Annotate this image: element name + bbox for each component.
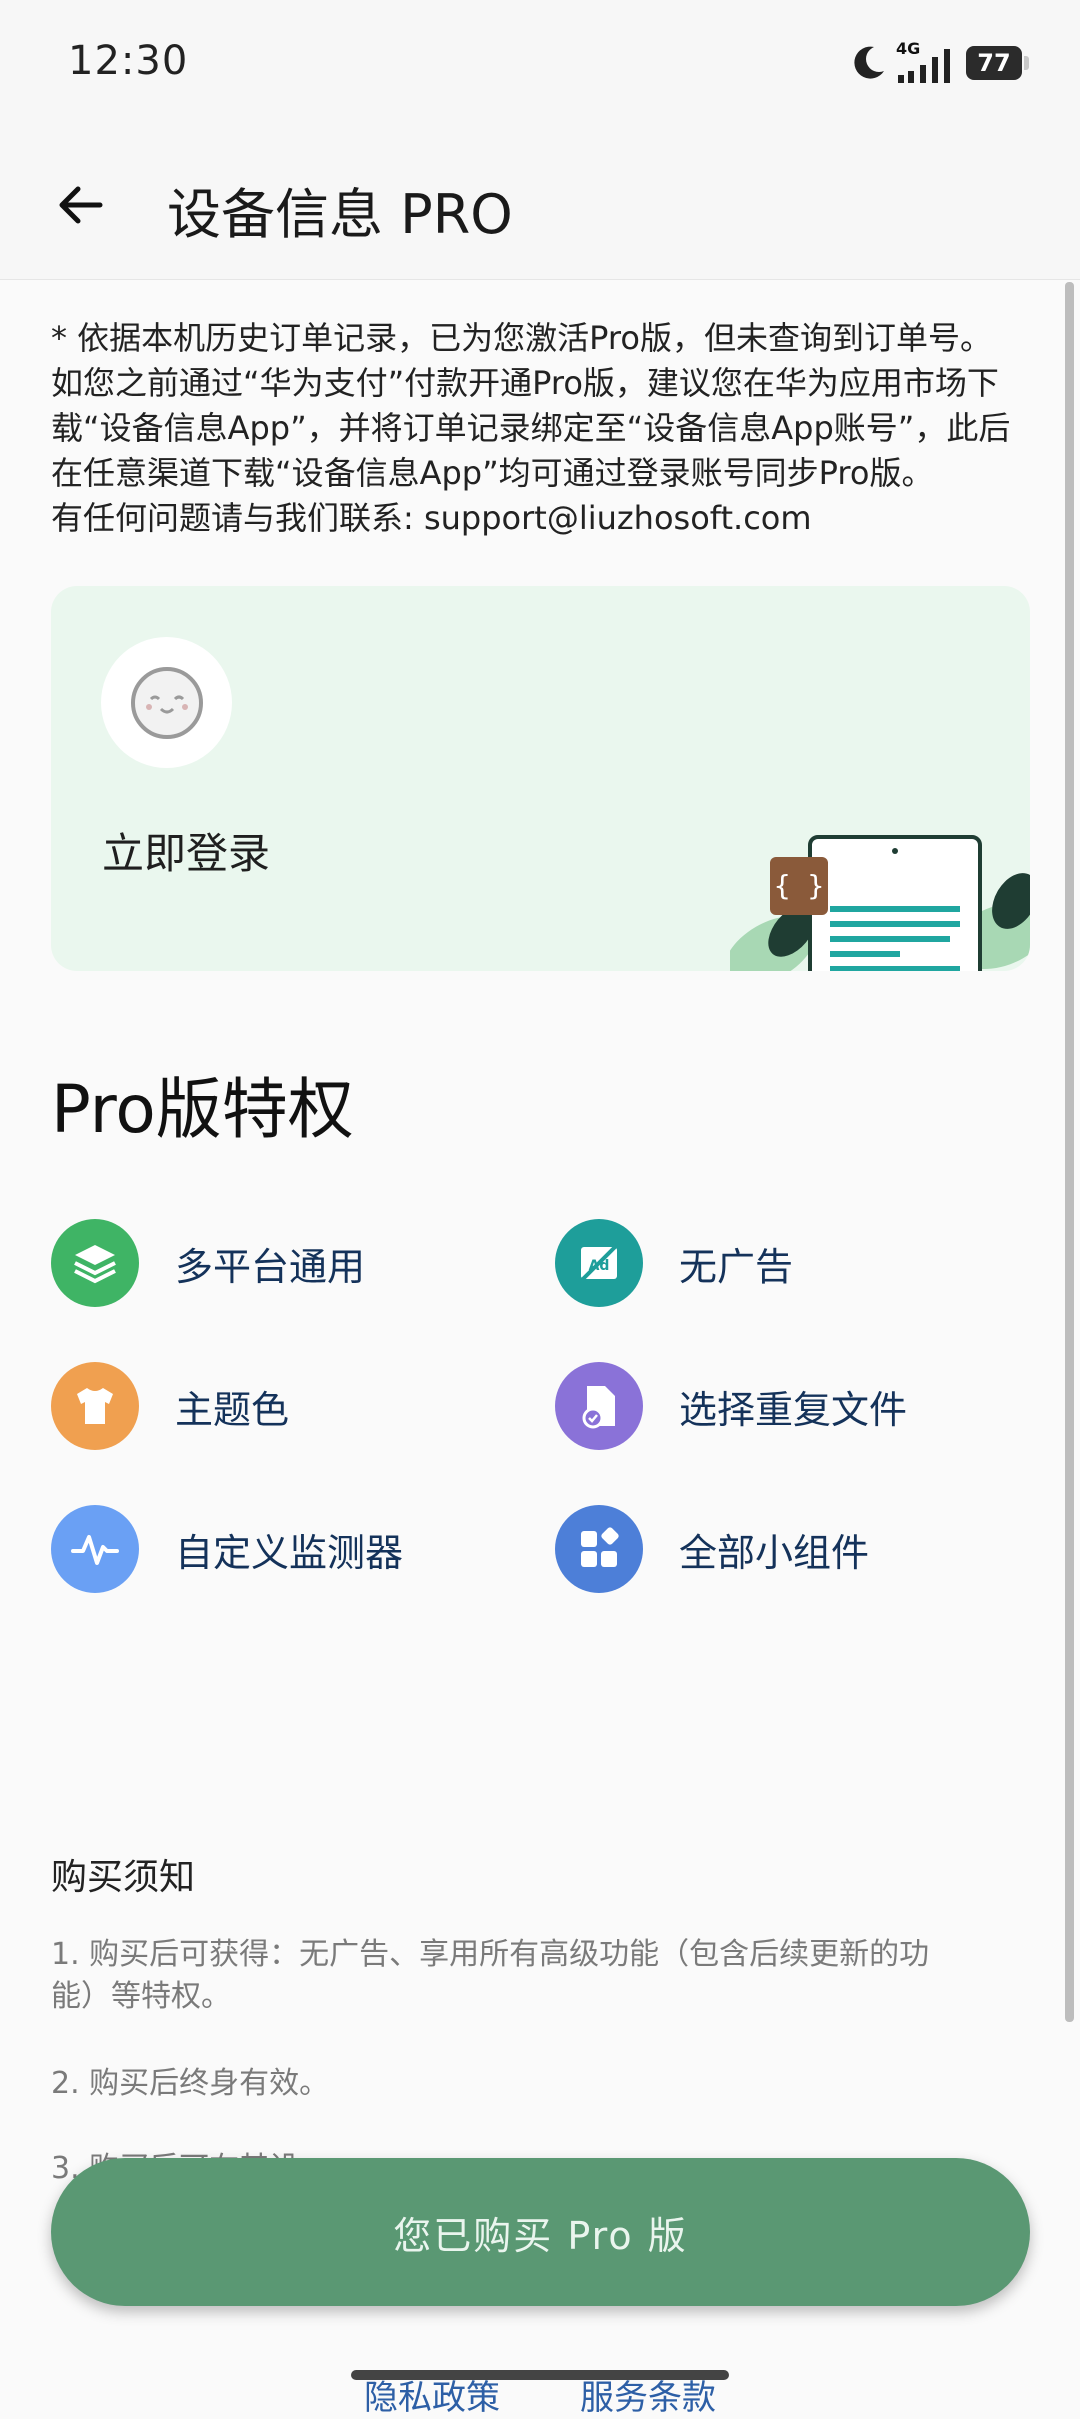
- feature-label: 全部小组件: [679, 1530, 870, 1575]
- purchased-button[interactable]: 您已购买 Pro 版: [51, 2158, 1030, 2306]
- page-title: 设备信息 PRO: [167, 183, 513, 246]
- notice-contact[interactable]: 有任何问题请与我们联系: support@liuzhosoft.com: [51, 496, 1041, 541]
- status-icons: 4G 77: [848, 38, 1029, 88]
- feature-label: 多平台通用: [175, 1244, 366, 1289]
- feature-duplicate-files: 选择重复文件: [555, 1361, 907, 1451]
- battery-icon: 77: [966, 46, 1029, 80]
- widgets-icon: [555, 1505, 643, 1593]
- back-button[interactable]: [40, 165, 120, 245]
- notice-line: 如您之前通过“华为支付”付款开通Pro版，建议您在华为应用市场下: [51, 364, 999, 402]
- login-label[interactable]: 立即登录: [102, 820, 270, 881]
- smile-face-icon: [130, 666, 203, 739]
- purchase-note-2: 2. 购买后终身有效。: [51, 2066, 330, 2101]
- home-indicator[interactable]: [351, 2370, 729, 2380]
- scrollbar[interactable]: [1065, 282, 1074, 2022]
- file-check-icon: [555, 1362, 643, 1450]
- feature-label: 选择重复文件: [679, 1387, 908, 1432]
- section-title: Pro版特权: [51, 1071, 354, 1148]
- svg-text:{ }: { }: [774, 869, 825, 902]
- notice-line: 在任意渠道下载“设备信息App”均可通过登录账号同步Pro版。: [51, 454, 934, 492]
- avatar[interactable]: [101, 637, 232, 768]
- purchase-notes-title: 购买须知: [51, 1857, 196, 1898]
- notice-line: 载“设备信息App”，并将订单记录绑定至“设备信息App账号”，此后: [51, 409, 1011, 447]
- phone-illustration-icon: { }: [730, 835, 1030, 971]
- pulse-icon: [51, 1505, 139, 1593]
- status-bar: 12:30 4G 77: [0, 0, 1080, 130]
- login-card[interactable]: 立即登录 { }: [51, 586, 1030, 971]
- feature-no-ads: Ad 无广告: [555, 1218, 793, 1308]
- arrow-left-icon: [59, 186, 103, 224]
- feature-custom-monitor: 自定义监测器: [51, 1504, 403, 1594]
- shirt-icon: [51, 1362, 139, 1450]
- layers-icon: [51, 1219, 139, 1307]
- battery-level: 77: [977, 49, 1011, 77]
- feature-theme-color: 主题色: [51, 1361, 289, 1451]
- moon-icon: [854, 46, 884, 79]
- feature-label: 主题色: [175, 1387, 290, 1432]
- app-bar: 设备信息 PRO: [0, 130, 1080, 280]
- note-line: 1. 购买后可获得：无广告、享用所有高级功能（包含后续更新的功: [51, 1937, 930, 1972]
- status-time: 12:30: [68, 38, 189, 84]
- feature-label: 无广告: [679, 1244, 794, 1289]
- note-line: 能）等特权。: [51, 1979, 231, 2014]
- notice-line: * 依据本机历史订单记录，已为您激活Pro版，但未查询到订单号。: [51, 319, 992, 357]
- signal-icon: 4G: [896, 39, 958, 85]
- feature-all-widgets: 全部小组件: [555, 1504, 869, 1594]
- no-ads-icon: Ad: [555, 1219, 643, 1307]
- activation-notice: * 依据本机历史订单记录，已为您激活Pro版，但未查询到订单号。 如您之前通过“…: [51, 316, 1041, 541]
- purchase-note-1: 1. 购买后可获得：无广告、享用所有高级功能（包含后续更新的功 能）等特权。: [51, 1934, 1031, 2018]
- feature-multi-platform: 多平台通用: [51, 1218, 365, 1308]
- feature-label: 自定义监测器: [175, 1530, 404, 1575]
